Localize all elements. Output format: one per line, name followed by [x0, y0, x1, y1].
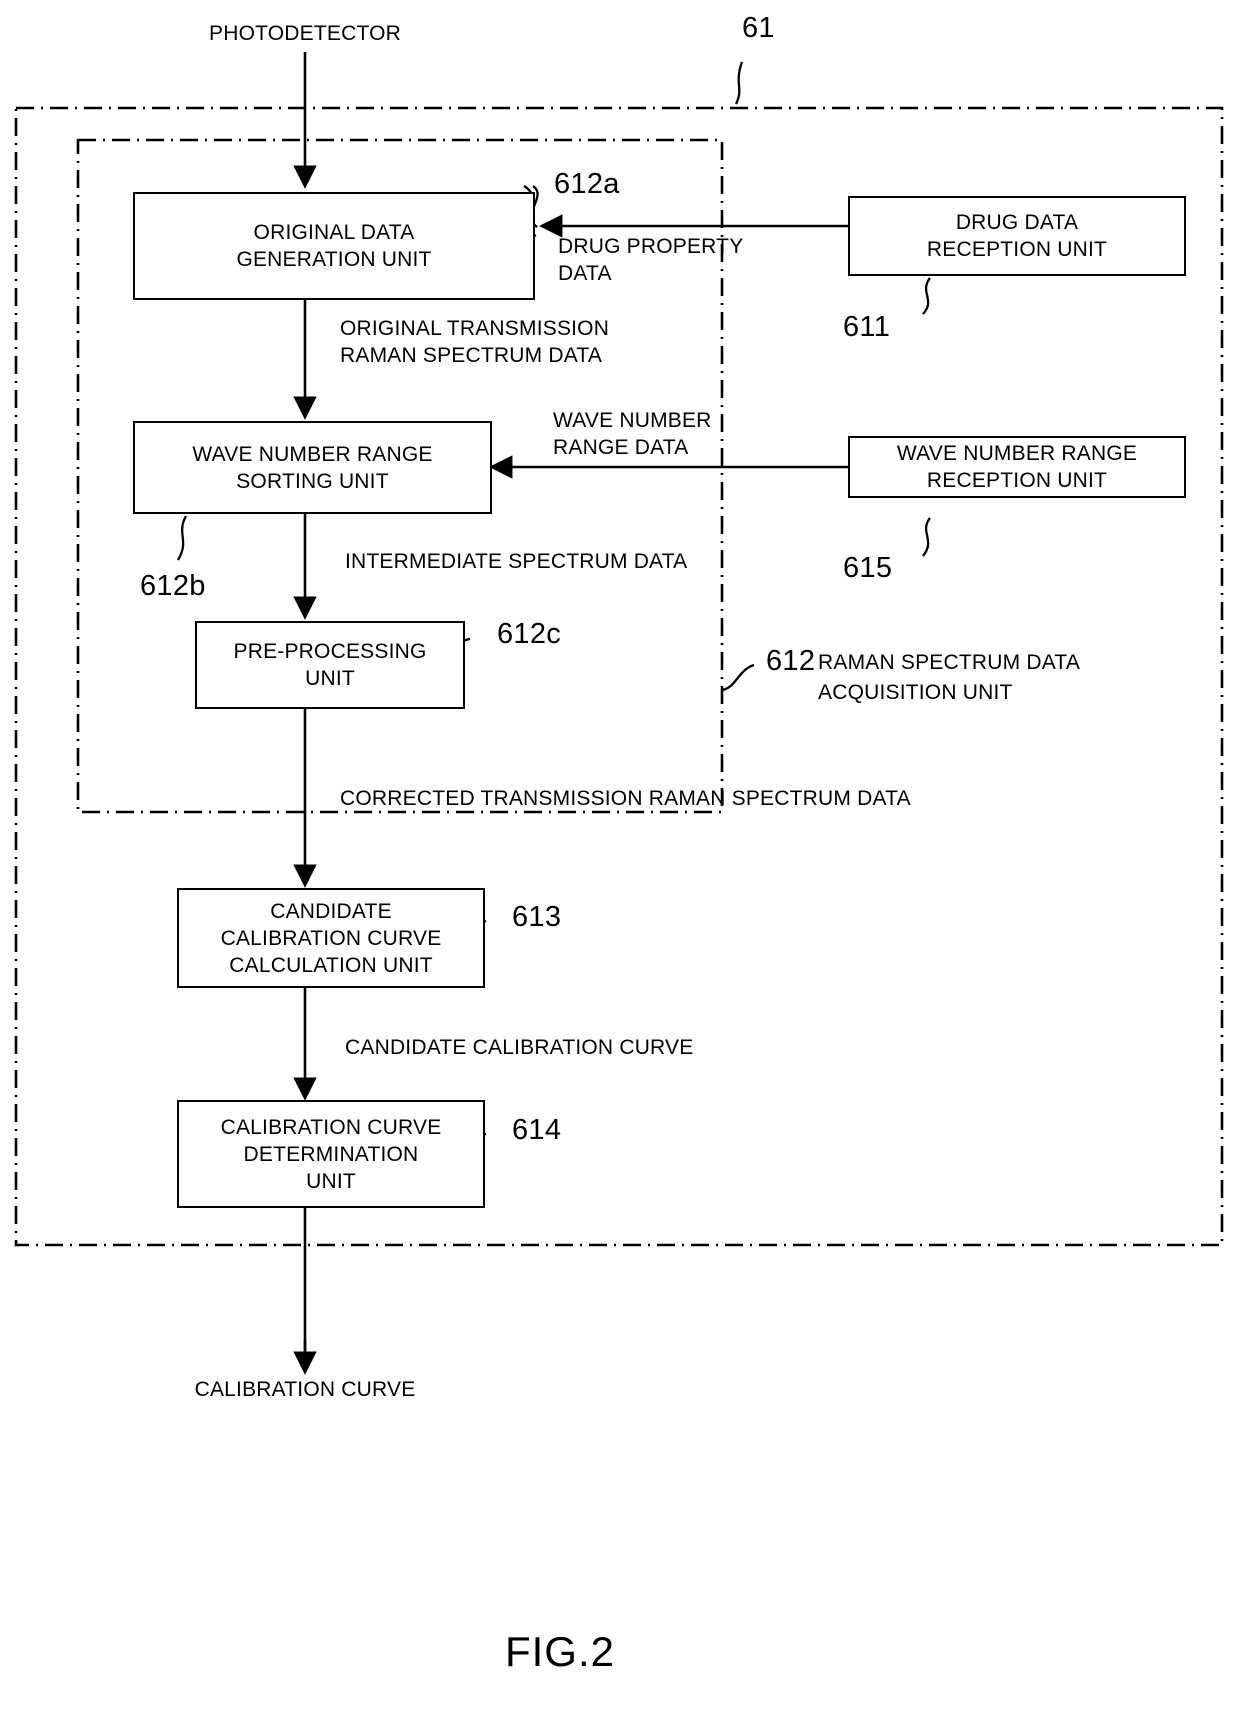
- ref-612a: 612a: [554, 168, 620, 200]
- flow-label-wave-number-range-data: WAVE NUMBER RANGE DATA: [553, 409, 712, 459]
- label-calibration-curve-output: CALIBRATION CURVE: [194, 1378, 416, 1401]
- flow-label-drug-property-data: DRUG PROPERTY DATA: [558, 235, 744, 285]
- box-pre-processing-unit[interactable]: PRE-PROCESSING UNIT: [195, 621, 465, 709]
- ref-61: 61: [742, 12, 775, 44]
- ref-612b: 612b: [140, 570, 206, 602]
- flow-label-corrected-transmission-raman-spectrum-data: CORRECTED TRANSMISSION RAMAN SPECTRUM DA…: [340, 787, 911, 810]
- ref-613: 613: [512, 901, 562, 933]
- box-original-data-generation-unit[interactable]: ORIGINAL DATA GENERATION UNIT: [133, 192, 535, 300]
- ref-615: 615: [843, 552, 893, 584]
- ref-612c: 612c: [497, 618, 562, 650]
- ref-612-acquisition-unit: 612: [766, 645, 816, 677]
- figure-canvas: ORIGINAL DATA GENERATION UNIT DRUG DATA …: [0, 0, 1240, 1724]
- box-candidate-calibration-curve-calculation-unit[interactable]: CANDIDATE CALIBRATION CURVE CALCULATION …: [177, 888, 485, 988]
- label-raman-spectrum-data-acquisition-unit: RAMAN SPECTRUM DATA ACQUISITION UNIT: [818, 651, 1081, 704]
- ref-614: 614: [512, 1114, 562, 1146]
- box-calibration-curve-determination-unit[interactable]: CALIBRATION CURVE DETERMINATION UNIT: [177, 1100, 485, 1208]
- figure-label: FIG.2: [504, 1628, 616, 1675]
- flow-label-candidate-calibration-curve: CANDIDATE CALIBRATION CURVE: [345, 1036, 694, 1059]
- flow-label-original-transmission-raman-spectrum-data: ORIGINAL TRANSMISSION RAMAN SPECTRUM DAT…: [340, 317, 610, 367]
- ref-611: 611: [843, 311, 891, 343]
- box-wave-number-range-sorting-unit[interactable]: WAVE NUMBER RANGE SORTING UNIT: [133, 421, 492, 514]
- label-photodetector: PHOTODETECTOR: [208, 22, 402, 45]
- flow-label-intermediate-spectrum-data: INTERMEDIATE SPECTRUM DATA: [345, 550, 688, 573]
- box-drug-data-reception-unit[interactable]: DRUG DATA RECEPTION UNIT: [848, 196, 1186, 276]
- box-wave-number-range-reception-unit[interactable]: WAVE NUMBER RANGE RECEPTION UNIT: [848, 436, 1186, 498]
